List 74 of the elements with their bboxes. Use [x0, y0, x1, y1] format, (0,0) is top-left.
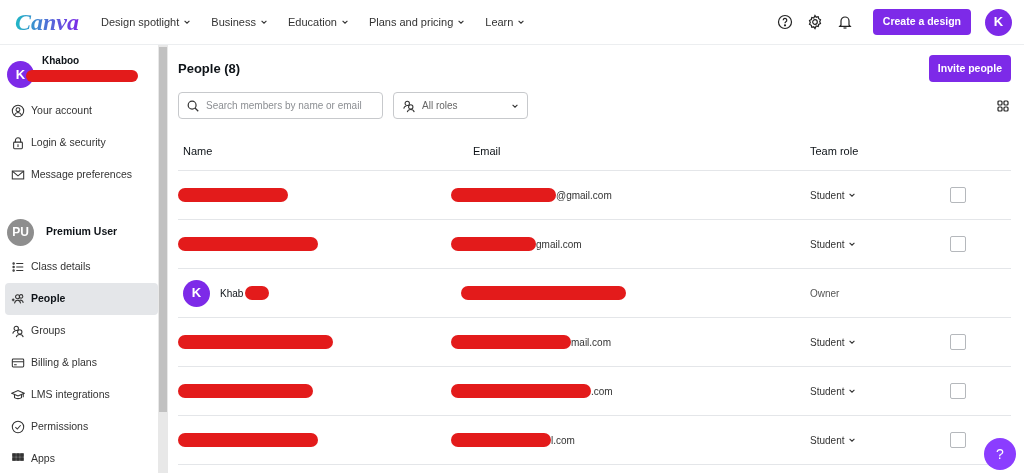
sidebar-item[interactable]: LMS integrations	[5, 379, 158, 411]
chevron-down-icon	[848, 387, 857, 395]
member-role: Owner	[810, 287, 840, 299]
nav-menu-item[interactable]: Plans and pricing	[368, 13, 466, 31]
scrollbar-thumb[interactable]	[159, 47, 167, 412]
check-circle-icon	[11, 420, 25, 434]
row-checkbox[interactable]	[950, 334, 966, 350]
sidebar-item[interactable]: Billing & plans	[5, 347, 158, 379]
sidebar-item[interactable]: People	[5, 283, 158, 315]
create-design-button[interactable]: Create a design	[872, 9, 971, 35]
nav-menu-item[interactable]: Education	[287, 13, 349, 31]
sidebar-item[interactable]: Your account	[5, 95, 158, 127]
team-avatar: PU	[7, 218, 34, 246]
search-field[interactable]: Search members by name or email	[178, 92, 383, 119]
row-checkbox[interactable]	[950, 187, 966, 203]
chevron-down-icon	[848, 191, 857, 199]
row-checkbox[interactable]	[950, 432, 966, 448]
group-icon	[402, 98, 416, 113]
graduation-cap-icon	[11, 388, 25, 402]
sidebar-item[interactable]: Message preferences	[5, 159, 158, 191]
user-avatar[interactable]: K	[985, 8, 1012, 36]
group-icon	[11, 324, 25, 338]
nav-menu-item[interactable]: Business	[211, 13, 268, 31]
settings-icon[interactable]	[806, 14, 823, 30]
search-icon	[186, 98, 200, 113]
sidebar-item[interactable]: Login & security	[5, 127, 158, 159]
nav-menu-item[interactable]: Learn	[485, 13, 526, 31]
member-email: mail.com	[571, 335, 611, 350]
sidebar-item[interactable]: Apps	[5, 443, 158, 473]
user-icon	[11, 104, 25, 118]
chevron-down-icon	[183, 18, 192, 26]
member-email: gmail.com	[536, 237, 582, 252]
chevron-down-icon	[848, 436, 857, 444]
help-button[interactable]: ?	[984, 438, 1016, 470]
redaction-mark	[245, 286, 270, 300]
role-filter-dropdown[interactable]: All roles	[393, 92, 528, 119]
chevron-down-icon	[340, 18, 349, 26]
row-checkbox[interactable]	[950, 236, 966, 252]
help-icon[interactable]	[776, 14, 793, 30]
member-avatar: K	[183, 279, 210, 307]
chevron-down-icon	[517, 18, 526, 26]
column-header: Team role	[810, 144, 860, 160]
user-name: Khaboo	[42, 55, 81, 67]
credit-card-icon	[11, 356, 25, 370]
list-icon	[11, 260, 25, 274]
column-header: Email	[473, 144, 502, 160]
chevron-down-icon	[848, 338, 857, 346]
nav-menu-item[interactable]: Design spotlight	[101, 13, 192, 31]
sidebar-item[interactable]: Groups	[5, 315, 158, 347]
member-email: l.com	[551, 433, 575, 448]
grid-view-icon[interactable]	[997, 99, 1009, 112]
role-dropdown[interactable]: Student	[810, 187, 857, 203]
member-email: @gmail.com	[556, 188, 612, 203]
row-checkbox[interactable]	[950, 383, 966, 399]
role-dropdown[interactable]: Student	[810, 236, 857, 252]
sidebar-item[interactable]: Permissions	[5, 411, 158, 443]
member-name: Khab	[220, 286, 244, 301]
people-add-icon	[11, 292, 25, 306]
chevron-down-icon	[848, 240, 857, 248]
lock-icon	[11, 136, 25, 150]
notification-bell-icon[interactable]	[836, 14, 853, 30]
role-dropdown[interactable]: Student	[810, 432, 857, 448]
column-header: Name	[182, 144, 214, 160]
user-avatar: K	[7, 61, 34, 88]
member-email: .com	[591, 384, 613, 399]
chevron-down-icon	[457, 18, 466, 26]
chevron-down-icon	[259, 18, 268, 26]
invite-people-button[interactable]: Invite people	[928, 55, 1011, 82]
team-name: Premium User	[46, 224, 118, 240]
envelope-icon	[11, 168, 25, 182]
page-title: People (8)	[178, 59, 241, 78]
sidebar-item[interactable]: Class details	[5, 251, 158, 283]
role-dropdown[interactable]: Student	[810, 334, 857, 350]
role-dropdown[interactable]: Student	[810, 383, 857, 399]
